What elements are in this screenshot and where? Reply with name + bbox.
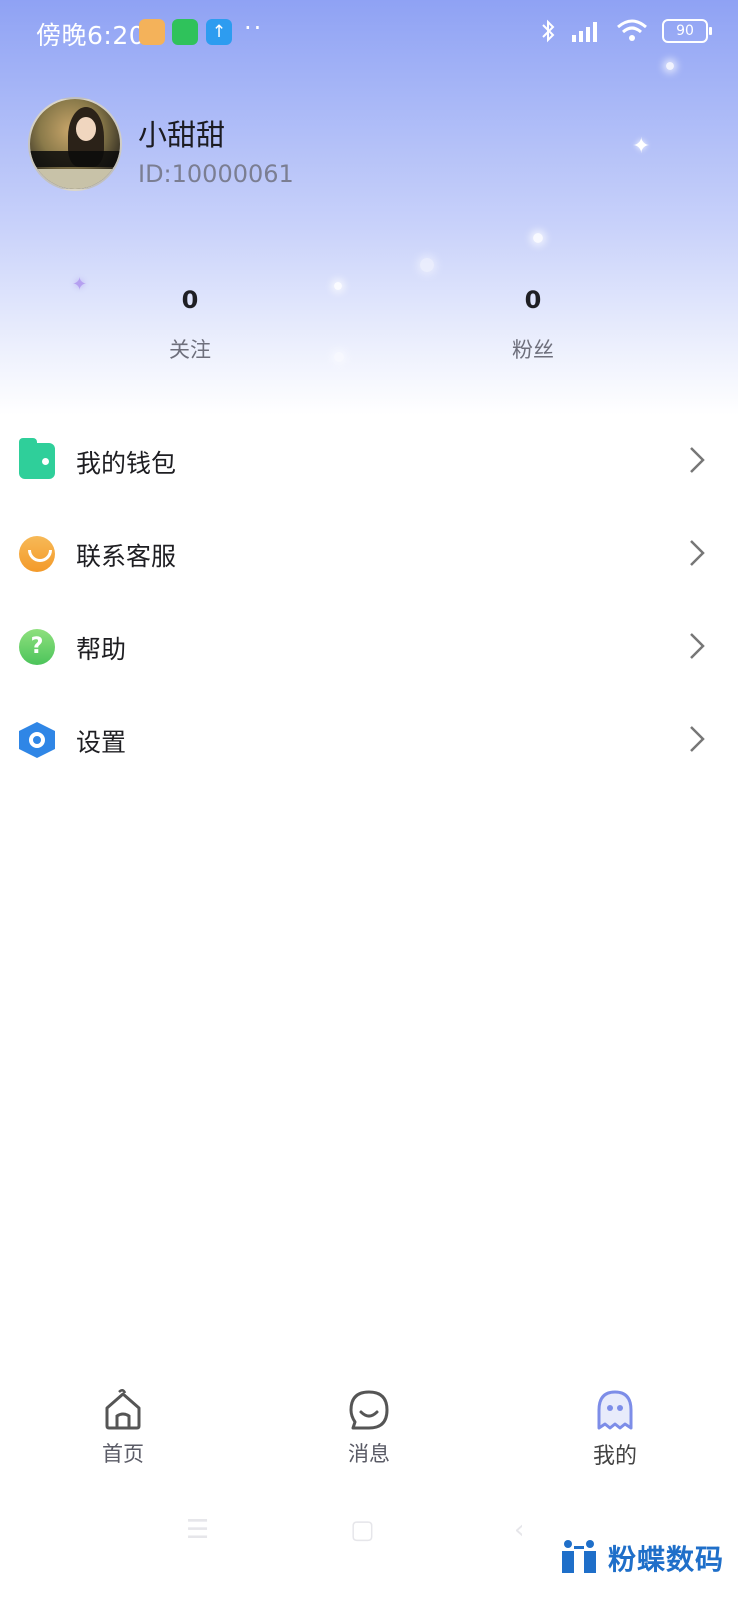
home-button-icon[interactable]: ▢ (350, 1515, 375, 1545)
watermark-text: 粉蝶数码 (607, 1543, 724, 1576)
menu-item-label: 帮助 (76, 635, 127, 664)
sparkle-decoration (420, 258, 434, 272)
help-icon: ? (19, 629, 55, 665)
battery-icon: 90 (662, 19, 712, 43)
recent-apps-icon[interactable]: ☰ (186, 1515, 209, 1545)
tab-label: 首页 (102, 1442, 144, 1466)
menu-item-customer-service[interactable]: 联系客服 (0, 508, 738, 601)
signal-icon (572, 22, 597, 42)
fans-count: 0 (524, 286, 542, 314)
profile-ghost-icon (597, 1390, 633, 1430)
menu-item-wallet[interactable]: 我的钱包 (0, 415, 738, 508)
avatar-face (76, 117, 96, 141)
chevron-right-icon (690, 540, 705, 566)
menu-item-help[interactable]: ? 帮助 (0, 601, 738, 694)
bluetooth-icon (542, 19, 555, 43)
wallet-icon (19, 438, 55, 479)
watermark-logo-icon (560, 1540, 600, 1576)
fans-stat[interactable]: 0 粉丝 (473, 286, 593, 364)
wechat-icon (172, 19, 198, 45)
chevron-right-icon (690, 633, 705, 659)
tab-profile[interactable]: 我的 (560, 1388, 670, 1470)
menu-item-label: 设置 (76, 728, 127, 757)
notification-app-icon (139, 19, 165, 45)
tab-label: 消息 (348, 1442, 390, 1466)
home-icon (105, 1389, 141, 1430)
sparkle-decoration (334, 352, 344, 362)
menu-item-label: 我的钱包 (76, 449, 177, 478)
upload-icon: ↑ (206, 19, 232, 45)
star-decoration: ✦ (72, 274, 88, 295)
tab-home[interactable]: 首页 (68, 1388, 178, 1468)
sparkle-decoration (533, 233, 543, 243)
back-icon[interactable]: ‹ (514, 1515, 524, 1545)
username: 小甜甜 (138, 118, 226, 152)
menu-item-label: 联系客服 (76, 542, 177, 571)
following-label: 关注 (169, 338, 211, 362)
user-id: ID:10000061 (138, 160, 294, 188)
menu-item-settings[interactable]: 设置 (0, 694, 738, 787)
watermark: 粉蝶数码 (560, 1538, 724, 1578)
sparkle-decoration (334, 282, 342, 290)
avatar-caption-band (30, 151, 120, 167)
chevron-right-icon (690, 447, 705, 473)
customer-service-icon (19, 536, 55, 572)
settings-icon (19, 722, 55, 758)
fans-label: 粉丝 (512, 338, 554, 362)
following-count: 0 (181, 286, 199, 314)
tab-label: 我的 (592, 1444, 637, 1469)
tab-messages[interactable]: 消息 (314, 1388, 424, 1468)
wifi-icon (617, 19, 647, 41)
message-icon (349, 1390, 389, 1430)
avatar-lower-band (30, 169, 120, 189)
following-stat[interactable]: 0 关注 (130, 286, 250, 364)
status-time: 傍晚6:20 (36, 21, 146, 50)
more-notifications-icon: ·· (244, 14, 264, 42)
bottom-tab-bar: 首页 消息 我的 (0, 1380, 738, 1490)
status-bar: 傍晚6:20 ↑ ·· 90 (0, 0, 738, 66)
star-decoration: ✦ (632, 134, 651, 159)
chevron-right-icon (690, 726, 705, 752)
settings-menu: 我的钱包 联系客服 ? 帮助 设置 (0, 415, 738, 787)
avatar[interactable] (28, 97, 122, 191)
